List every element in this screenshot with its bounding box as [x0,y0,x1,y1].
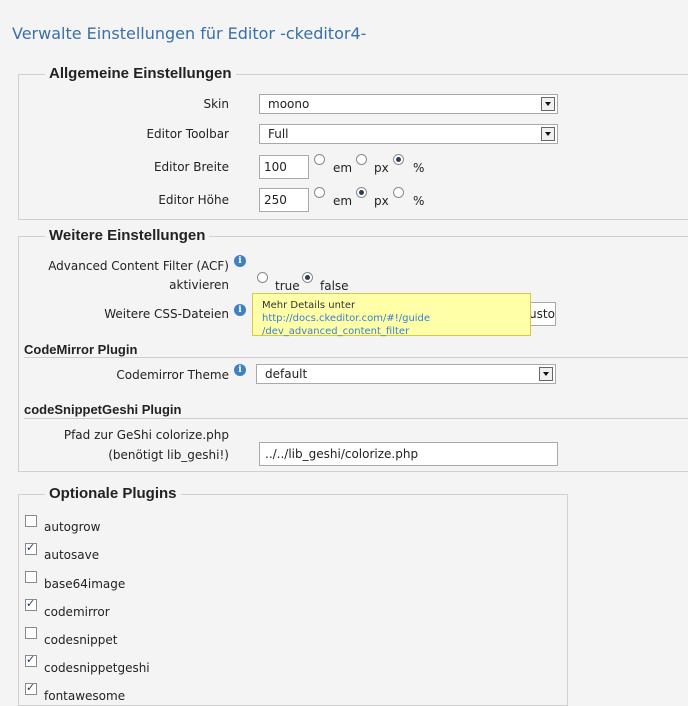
tooltip-link-cont[interactable]: /dev_advanced_content_filter [262,326,409,337]
geshi-path-label-line1: Pfad zur GeShi colorize.php [63,428,229,442]
acf-tooltip: Mehr Details unter http://docs.ckeditor.… [252,293,531,337]
geshi-path-input[interactable]: ../../lib_geshi/colorize.php [259,442,558,466]
acf-label-line2: aktivieren [169,278,229,292]
plugin-codesnippetgeshi-checkbox[interactable] [25,653,37,667]
width-unit-percent-label: % [413,161,425,175]
width-unit-em-label: em [333,161,353,175]
page-title: Verwalte Einstellungen für Editor -ckedi… [12,24,367,43]
plugin-autosave-label: autosave [44,548,100,562]
plugin-fontawesome-checkbox[interactable] [25,681,37,695]
acf-true-radio[interactable] [257,272,268,283]
info-icon[interactable]: i [234,255,246,267]
width-input[interactable]: 100 [259,155,309,179]
chevron-down-icon[interactable] [541,127,555,141]
skin-label: Skin [203,97,229,111]
acf-label-line1: Advanced Content Filter (ACF) [48,259,229,273]
height-unit-em-radio[interactable] [314,187,325,198]
codemirror-theme-select[interactable]: default [256,364,556,384]
codemirror-divider [24,357,688,358]
general-settings-legend: Allgemeine Einstellungen [45,65,236,82]
plugin-codemirror-label: codemirror [44,605,110,619]
plugin-codesnippet-label: codesnippet [44,633,118,647]
width-label: Editor Breite [153,160,229,174]
height-unit-percent-radio[interactable] [393,187,404,198]
geshi-divider [24,418,688,419]
geshi-path-label-line2: (benötigt lib_geshi!) [108,448,229,462]
width-unit-percent-radio[interactable] [393,154,404,165]
skin-select-value: moono [268,97,310,111]
chevron-down-icon[interactable] [541,97,555,111]
height-label: Editor Höhe [158,193,229,207]
codemirror-theme-value: default [265,367,308,381]
plugins-legend: Optionale Plugins [45,485,181,502]
plugin-base64image-label: base64image [44,577,126,591]
height-unit-percent-label: % [413,194,425,208]
width-unit-em-radio[interactable] [314,154,325,165]
plugin-autogrow-checkbox[interactable] [25,515,37,527]
acf-false-label: false [320,279,349,293]
plugin-codesnippetgeshi-label: codesnippetgeshi [44,661,150,675]
height-unit-em-label: em [333,194,353,208]
plugin-codesnippet-checkbox[interactable] [25,627,37,639]
height-input[interactable]: 250 [259,188,309,212]
height-unit-px-label: px [374,194,389,208]
height-unit-px-radio[interactable] [356,187,367,198]
toolbar-select[interactable]: Full [259,124,558,144]
chevron-down-icon[interactable] [539,367,553,381]
codemirror-theme-label: Codemirror Theme [116,368,229,382]
plugin-base64image-checkbox[interactable] [25,571,37,583]
plugin-autosave-checkbox[interactable] [25,541,37,555]
further-settings-legend: Weitere Einstellungen [45,227,210,244]
css-files-label: Weitere CSS-Dateien [104,307,229,321]
tooltip-text: Mehr Details unter [262,300,356,311]
tooltip-link[interactable]: http://docs.ckeditor.com/#!/guide [262,313,430,324]
skin-select[interactable]: moono [259,94,558,114]
toolbar-label: Editor Toolbar [146,127,229,141]
acf-true-label: true [275,279,300,293]
plugin-codemirror-checkbox[interactable] [25,597,37,611]
codemirror-heading: CodeMirror Plugin [24,342,138,357]
plugin-autogrow-label: autogrow [44,520,101,534]
info-icon[interactable]: i [234,364,246,376]
toolbar-select-value: Full [268,127,289,141]
geshi-heading: codeSnippetGeshi Plugin [24,402,182,417]
plugin-fontawesome-label: fontawesome [44,689,126,703]
css-files-input-value: usto [529,307,555,321]
info-icon[interactable]: i [234,304,246,316]
width-unit-px-label: px [374,161,389,175]
acf-false-radio[interactable] [302,272,313,283]
width-unit-px-radio[interactable] [356,154,367,165]
